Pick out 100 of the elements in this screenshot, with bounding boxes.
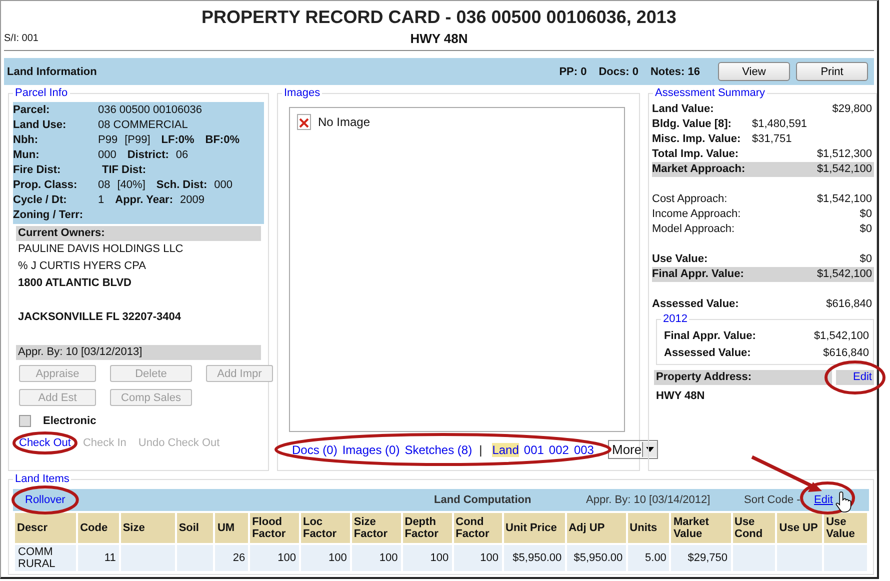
record-tab[interactable]: 003 bbox=[574, 442, 594, 456]
column-header: Size Factor bbox=[350, 512, 402, 544]
section-title: Land Information bbox=[7, 66, 97, 78]
amount: $29,800 bbox=[832, 102, 872, 117]
column-header: Loc Factor bbox=[300, 512, 351, 544]
record-tab[interactable]: Land bbox=[492, 442, 519, 456]
highlight-ellipse bbox=[12, 486, 79, 514]
field-value: 1 bbox=[98, 193, 104, 208]
appraisal-note: Appr. By: 10 [03/12/2013] bbox=[16, 345, 261, 360]
highlight-ellipse bbox=[12, 432, 78, 454]
table-cell: 100 bbox=[452, 544, 503, 572]
column-header: Descr bbox=[14, 512, 78, 544]
field-label: BF:0% bbox=[205, 133, 240, 148]
broken-image-icon bbox=[297, 114, 311, 130]
field-value: [P99] bbox=[124, 133, 150, 148]
table-cell: COMM RURAL bbox=[14, 544, 78, 572]
table-cell: $29,750 bbox=[670, 544, 732, 572]
column-header: Flood Factor bbox=[249, 512, 300, 544]
appraisal-note: Appr. By: 10 [03/14/2012] bbox=[586, 494, 712, 506]
group-legend: Images bbox=[282, 86, 322, 100]
highlight-ellipse bbox=[824, 360, 886, 394]
amount: $1,542,100 bbox=[814, 329, 869, 344]
edit-link[interactable]: Edit bbox=[836, 370, 874, 385]
column-header: Units bbox=[626, 512, 670, 544]
value-label: Income Approach: bbox=[652, 207, 741, 222]
highlight-ellipse bbox=[800, 482, 856, 514]
field-value: 08 bbox=[98, 178, 110, 193]
field-value: 2009 bbox=[180, 193, 204, 208]
value-label: Model Approach: bbox=[652, 222, 735, 237]
record-tab[interactable]: 001 bbox=[524, 442, 544, 456]
amount: $1,480,591 bbox=[752, 117, 808, 132]
toolbar-button[interactable]: View bbox=[718, 62, 790, 81]
checkbox[interactable] bbox=[19, 414, 31, 426]
placeholder-text: No Image bbox=[318, 115, 370, 129]
value-label: Assessed Value: bbox=[664, 346, 751, 361]
separator-text: | bbox=[479, 442, 482, 456]
value-label: Misc. Imp. Value: bbox=[652, 132, 742, 147]
table-cell: 5.00 bbox=[626, 544, 670, 572]
amount: $0 bbox=[860, 252, 872, 267]
column-header: Cond Factor bbox=[452, 512, 503, 544]
column-header: Code bbox=[77, 512, 120, 544]
value-label: Bldg. Value [8]: bbox=[652, 117, 732, 132]
amount: $616,840 bbox=[826, 297, 872, 312]
field-label: Appr. Year: bbox=[115, 193, 174, 208]
field-label: Cycle / Dt: bbox=[13, 193, 68, 208]
field-label: Nbh: bbox=[13, 133, 40, 148]
field-value: 08 COMMERCIAL bbox=[98, 118, 188, 133]
value-label: Market Approach: bbox=[652, 162, 746, 177]
document-link[interactable]: Docs (0) bbox=[292, 442, 338, 456]
table-cell: 100 bbox=[402, 544, 453, 572]
amount: $1,542,100 bbox=[816, 267, 872, 282]
group-legend: Assessment Summary bbox=[653, 86, 768, 100]
column-header: UM bbox=[214, 512, 250, 544]
table-cell: $5,950.00 bbox=[502, 544, 566, 572]
record-tab[interactable]: 002 bbox=[548, 442, 569, 456]
field-label: LF:0% bbox=[161, 133, 194, 148]
checkbox-label: Electronic bbox=[43, 414, 96, 426]
amount: $1,542,100 bbox=[816, 192, 872, 207]
edit-link[interactable]: Edit bbox=[814, 494, 833, 506]
amount: $31,751 bbox=[752, 132, 792, 147]
field-label: Parcel: bbox=[13, 103, 51, 118]
field-label: Zoning / Terr: bbox=[13, 208, 84, 223]
document-link[interactable]: Sketches (8) bbox=[404, 442, 472, 456]
table-cell: $5,950.00 bbox=[566, 544, 627, 572]
owner-line: JACKSONVILLE FL 32207-3404 bbox=[17, 310, 182, 325]
field-label: Prop. Class: bbox=[13, 178, 78, 193]
value-label: Final Appr. Value: bbox=[652, 267, 744, 282]
amount: $616,840 bbox=[823, 346, 869, 361]
rollover-link[interactable]: Rollover bbox=[25, 494, 66, 506]
more-dropdown[interactable]: More bbox=[608, 440, 658, 459]
owner-line: PAULINE DAVIS HOLDINGS LLC bbox=[17, 242, 184, 257]
owners-heading: Current Owners: bbox=[16, 226, 261, 241]
address-text: HWY 48N bbox=[656, 390, 706, 402]
field-value: 06 bbox=[176, 148, 188, 163]
column-header: Adj UP bbox=[566, 512, 627, 544]
field-value: 000 bbox=[214, 178, 232, 193]
column-header: Use Value bbox=[823, 512, 868, 544]
document-link[interactable]: Images (0) bbox=[342, 442, 400, 456]
table-cell: 11 bbox=[77, 544, 120, 572]
checkout-link[interactable]: Check Out bbox=[19, 437, 71, 449]
value-label: Total Imp. Value: bbox=[652, 147, 739, 162]
page-subtitle: HWY 48N bbox=[410, 30, 468, 46]
column-header: Depth Factor bbox=[402, 512, 453, 544]
toolbar-button[interactable]: Print bbox=[796, 62, 868, 81]
field-value: [40%] bbox=[117, 178, 146, 193]
field-label: Land Use: bbox=[13, 118, 68, 133]
table-cell: 100 bbox=[249, 544, 300, 572]
counter-label: Notes: 16 bbox=[650, 66, 700, 78]
value-label: Cost Approach: bbox=[652, 192, 728, 207]
amount: $0 bbox=[860, 222, 872, 237]
caret-icon bbox=[646, 447, 654, 452]
field-value: P99 bbox=[98, 133, 118, 148]
field-label: TIF Dist: bbox=[102, 163, 146, 178]
column-header: Market Value bbox=[670, 512, 732, 544]
field-value: 000 bbox=[98, 148, 116, 163]
field-label: Fire Dist: bbox=[13, 163, 62, 178]
column-header: Size bbox=[120, 512, 176, 544]
counter-label: PP: 0 bbox=[559, 66, 587, 78]
value-label: Use Value: bbox=[652, 252, 708, 267]
value-label: Final Appr. Value: bbox=[664, 329, 756, 344]
